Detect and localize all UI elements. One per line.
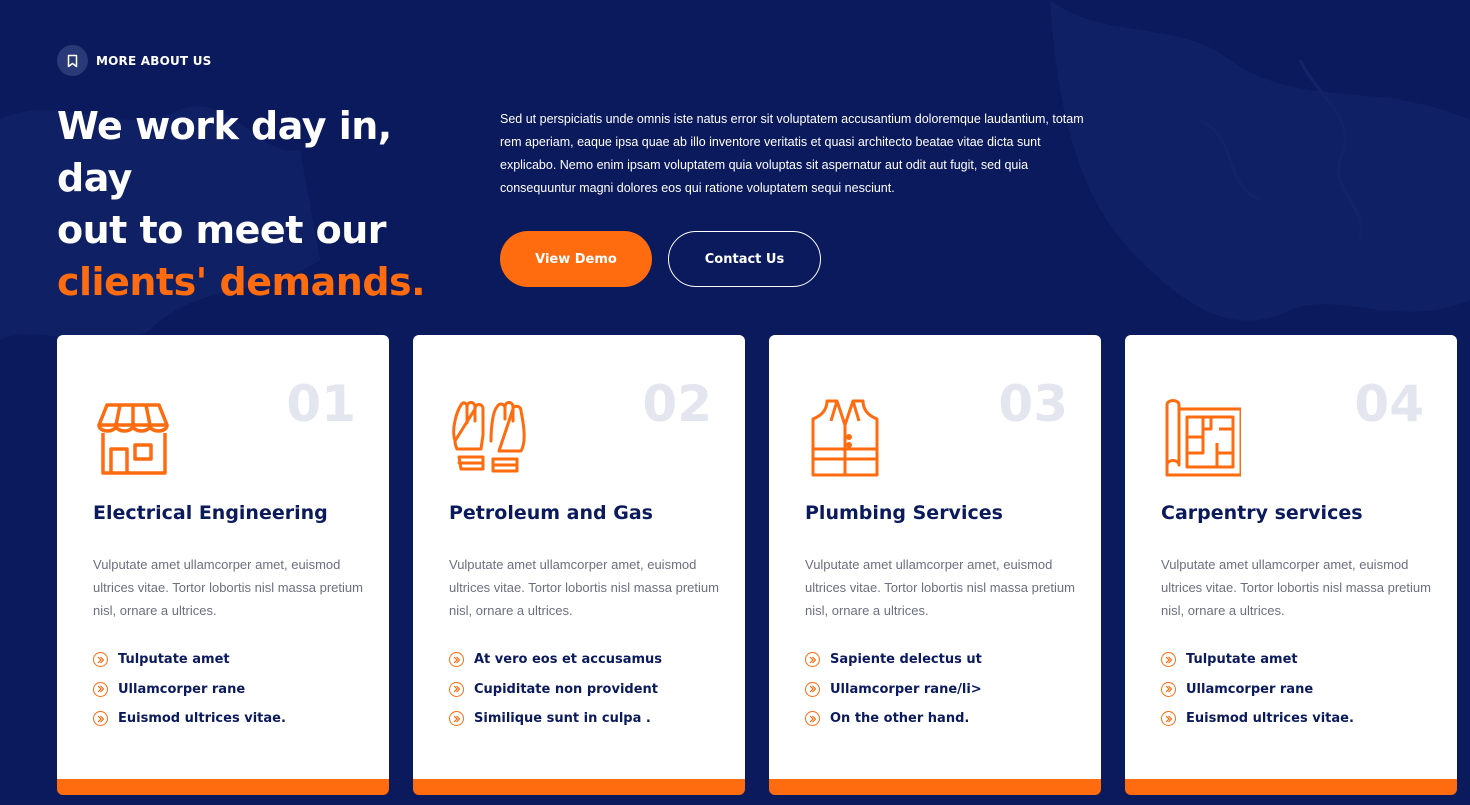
card-number: 04 bbox=[1354, 375, 1424, 433]
headline-line-1: We work day in, day bbox=[57, 104, 392, 200]
list-item-label: On the other hand. bbox=[830, 711, 970, 727]
list-item: Ullamcorper rane bbox=[1161, 675, 1354, 705]
card-description: Vulputate amet ullamcorper amet, euismod… bbox=[805, 557, 1075, 618]
chevron-right-icon bbox=[93, 652, 108, 668]
card-number: 03 bbox=[998, 375, 1068, 433]
headline-line-2: out to meet our bbox=[57, 208, 387, 252]
list-item-label: Ullamcorper rane bbox=[1186, 681, 1314, 697]
list-item: At vero eos et accusamus bbox=[449, 645, 662, 675]
list-item: Tulputate amet bbox=[93, 645, 286, 675]
list-item-label: Euismod ultrices vitae. bbox=[118, 711, 286, 727]
chevron-right-icon bbox=[449, 681, 464, 697]
chevron-right-icon bbox=[449, 711, 464, 727]
card-number: 01 bbox=[286, 375, 356, 433]
list-item: Euismod ultrices vitae. bbox=[1161, 704, 1354, 734]
list-item-label: Tulputate amet bbox=[1186, 652, 1298, 668]
list-item: Ullamcorper rane/li> bbox=[805, 675, 982, 705]
chevron-right-icon bbox=[805, 652, 820, 668]
chevron-right-icon bbox=[93, 681, 108, 697]
list-item: Cupiditate non provident bbox=[449, 675, 662, 705]
service-card[interactable]: 03 Plumbing Services Vulputate amet ulla… bbox=[769, 335, 1101, 795]
chevron-right-icon bbox=[449, 652, 464, 668]
list-item-label: Ullamcorper rane bbox=[118, 681, 246, 697]
card-title: Electrical Engineering bbox=[93, 502, 328, 524]
card-number: 02 bbox=[642, 375, 712, 433]
service-card[interactable]: 04 Carpentry services Vulputate amet ull… bbox=[1125, 335, 1457, 795]
card-title: Plumbing Services bbox=[805, 502, 1003, 524]
intro-paragraph: Sed ut perspiciatis unde omnis iste natu… bbox=[500, 112, 1084, 195]
gloves-icon bbox=[452, 401, 526, 473]
list-item: Euismod ultrices vitae. bbox=[93, 704, 286, 734]
service-card[interactable]: 02 Petroleum and Gas Vulputate amet ulla… bbox=[413, 335, 745, 795]
chevron-right-icon bbox=[1161, 652, 1176, 668]
card-title: Petroleum and Gas bbox=[449, 502, 653, 524]
list-item-label: At vero eos et accusamus bbox=[474, 652, 663, 668]
card-description: Vulputate amet ullamcorper amet, euismod… bbox=[449, 557, 719, 618]
list-item: Sapiente delectus ut bbox=[805, 645, 982, 675]
blueprint-icon bbox=[1165, 399, 1241, 477]
headline-accent: clients' demands. bbox=[57, 260, 426, 304]
eyebrow-label: MORE ABOUT US bbox=[96, 53, 212, 68]
card-description: Vulputate amet ullamcorper amet, euismod… bbox=[93, 557, 363, 618]
list-item-label: Sapiente delectus ut bbox=[830, 652, 982, 668]
card-feature-list: Tulputate amet Ullamcorper rane Euismod … bbox=[1161, 645, 1354, 734]
card-title: Carpentry services bbox=[1161, 502, 1363, 524]
list-item-label: Euismod ultrices vitae. bbox=[1186, 711, 1354, 727]
card-description: Vulputate amet ullamcorper amet, euismod… bbox=[1161, 557, 1431, 618]
chevron-right-icon bbox=[1161, 681, 1176, 697]
list-item: Tulputate amet bbox=[1161, 645, 1354, 675]
list-item-label: Tulputate amet bbox=[118, 652, 230, 668]
list-item-label: Ullamcorper rane/li> bbox=[830, 681, 982, 697]
chevron-right-icon bbox=[805, 711, 820, 727]
card-feature-list: Sapiente delectus ut Ullamcorper rane/li… bbox=[805, 645, 982, 734]
chevron-right-icon bbox=[93, 711, 108, 727]
list-item: Similique sunt in culpa . bbox=[449, 704, 662, 734]
list-item-label: Cupiditate non provident bbox=[474, 681, 658, 697]
bookmark-icon bbox=[57, 45, 88, 76]
card-feature-list: Tulputate amet Ullamcorper rane Euismod … bbox=[93, 645, 286, 734]
view-demo-button[interactable]: View Demo bbox=[500, 231, 652, 287]
list-item-label: Similique sunt in culpa . bbox=[474, 711, 651, 727]
section-headline: We work day in, day out to meet our clie… bbox=[57, 100, 477, 308]
shop-icon bbox=[97, 403, 169, 475]
list-item: On the other hand. bbox=[805, 704, 982, 734]
chevron-right-icon bbox=[805, 681, 820, 697]
list-item: Ullamcorper rane bbox=[93, 675, 286, 705]
service-card[interactable]: 01 Electrical Engineering Vulputate amet… bbox=[57, 335, 389, 795]
chevron-right-icon bbox=[1161, 711, 1176, 727]
contact-us-button[interactable]: Contact Us bbox=[668, 231, 821, 287]
safety-vest-icon bbox=[811, 399, 879, 477]
section-eyebrow: MORE ABOUT US bbox=[57, 45, 212, 76]
card-feature-list: At vero eos et accusamus Cupiditate non … bbox=[449, 645, 662, 734]
